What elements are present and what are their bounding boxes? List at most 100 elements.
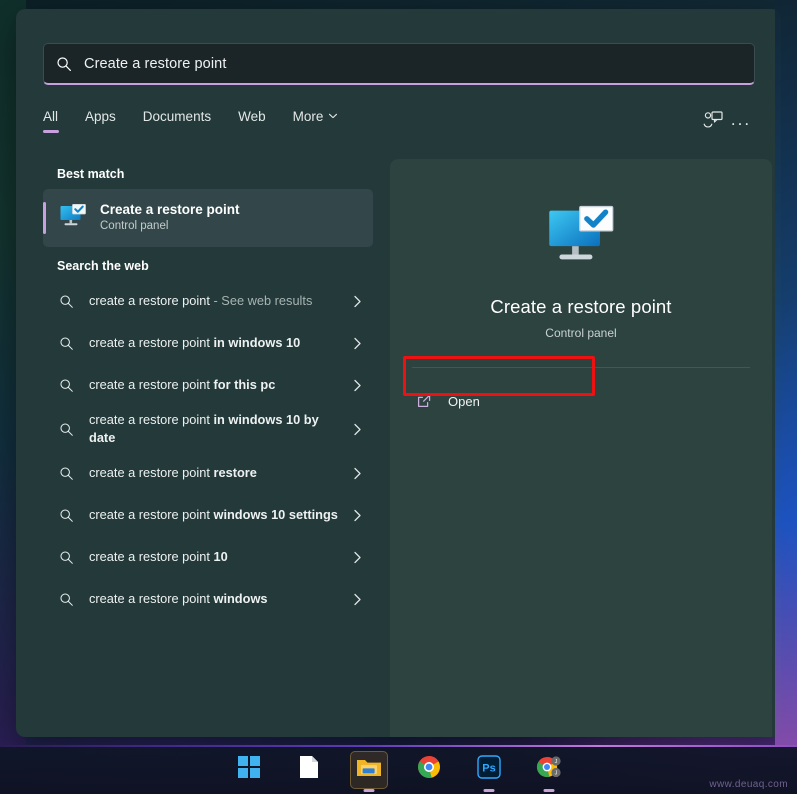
preview-title: Create a restore point bbox=[490, 296, 672, 317]
search-input[interactable]: Create a restore point bbox=[43, 43, 755, 85]
more-options-label: ... bbox=[730, 110, 752, 129]
tab-documents[interactable]: Documents bbox=[143, 107, 211, 134]
chevron-right-icon[interactable] bbox=[349, 295, 365, 308]
ellipsis-icon[interactable]: ... bbox=[727, 107, 755, 133]
web-suggestion-suffix: restore bbox=[213, 465, 257, 480]
tab-web[interactable]: Web bbox=[238, 107, 266, 134]
chevron-right-icon[interactable] bbox=[349, 509, 365, 522]
web-suggestion-row[interactable]: create a restore point 10 bbox=[43, 537, 373, 577]
tab-more-label: More bbox=[292, 109, 324, 124]
restore-point-monitor-icon bbox=[545, 203, 617, 274]
svg-text:Ps: Ps bbox=[482, 763, 495, 775]
document-icon bbox=[298, 755, 320, 784]
web-suggestion-row[interactable]: create a restore point in windows 10 by … bbox=[43, 407, 373, 451]
best-match-result[interactable]: Create a restore point Control panel bbox=[43, 189, 373, 247]
search-icon bbox=[57, 592, 75, 607]
search-input-value: Create a restore point bbox=[84, 55, 227, 72]
preview-panel: Create a restore point Control panel Ope… bbox=[390, 159, 772, 737]
chevron-right-icon[interactable] bbox=[349, 551, 365, 564]
tab-apps[interactable]: Apps bbox=[85, 107, 116, 134]
results-list: Best match Create a restore point Contro… bbox=[43, 159, 373, 729]
preview-divider bbox=[412, 367, 750, 368]
preview-subtitle: Control panel bbox=[545, 326, 617, 340]
photoshop-button[interactable]: Ps bbox=[470, 751, 508, 792]
web-suggestion-suffix: for this pc bbox=[213, 377, 276, 392]
running-indicator bbox=[543, 788, 554, 792]
start-button[interactable] bbox=[230, 751, 268, 789]
watermark: www.deuaq.com bbox=[709, 779, 788, 790]
web-suggestion-row[interactable]: create a restore point for this pc bbox=[43, 365, 373, 405]
chevron-right-icon[interactable] bbox=[349, 337, 365, 350]
search-icon bbox=[56, 56, 72, 72]
open-button[interactable]: Open bbox=[404, 384, 600, 418]
web-suggestion-label: create a restore point in windows 10 by … bbox=[89, 411, 349, 447]
web-suggestion-label: create a restore point windows bbox=[89, 590, 349, 608]
search-icon bbox=[57, 550, 75, 565]
web-suggestion-prefix: create a restore point bbox=[89, 377, 214, 392]
web-suggestion-label: create a restore point for this pc bbox=[89, 376, 349, 394]
web-suggestion-prefix: create a restore point bbox=[89, 591, 214, 606]
tab-documents-label: Documents bbox=[142, 109, 212, 124]
windows-logo-icon bbox=[237, 756, 260, 783]
search-icon bbox=[57, 508, 75, 523]
web-suggestion-row[interactable]: create a restore point windows 10 settin… bbox=[43, 495, 373, 535]
notepad-button[interactable] bbox=[290, 751, 328, 789]
web-suggestion-row[interactable]: create a restore point windows bbox=[43, 579, 373, 619]
chevron-down-icon bbox=[328, 109, 338, 124]
preview-actions: Open bbox=[404, 384, 600, 418]
running-indicator bbox=[363, 788, 374, 792]
web-suggestion-suffix: - See web results bbox=[209, 293, 313, 308]
web-suggestion-label: create a restore point windows 10 settin… bbox=[89, 506, 349, 524]
web-suggestion-prefix: create a restore point bbox=[89, 507, 214, 522]
svg-text:J: J bbox=[554, 771, 557, 777]
chrome-button[interactable] bbox=[410, 751, 448, 789]
best-match-heading: Best match bbox=[57, 167, 125, 181]
file-explorer-button[interactable] bbox=[349, 750, 388, 792]
web-suggestion-row[interactable]: create a restore point - See web results bbox=[43, 281, 373, 321]
best-match-text: Create a restore point Control panel bbox=[100, 202, 240, 234]
web-suggestions-list: create a restore point - See web results… bbox=[43, 281, 373, 619]
best-match-title: Create a restore point bbox=[100, 202, 240, 217]
svg-text:J: J bbox=[554, 759, 557, 765]
open-button-label: Open bbox=[448, 393, 480, 409]
tab-more[interactable]: More bbox=[293, 107, 339, 134]
tab-web-label: Web bbox=[238, 109, 266, 124]
search-icon bbox=[57, 294, 75, 309]
web-suggestion-suffix: 10 bbox=[213, 549, 228, 564]
chevron-right-icon[interactable] bbox=[349, 593, 365, 606]
web-suggestion-suffix: windows 10 settings bbox=[213, 507, 338, 522]
search-web-heading: Search the web bbox=[57, 259, 149, 273]
selection-indicator bbox=[43, 202, 46, 234]
web-suggestion-label: create a restore point - See web results bbox=[89, 292, 349, 310]
web-suggestion-prefix: create a restore point bbox=[89, 465, 214, 480]
chevron-right-icon[interactable] bbox=[349, 467, 365, 480]
search-icon bbox=[57, 378, 75, 393]
photoshop-icon: Ps bbox=[476, 755, 501, 784]
tab-apps-label: Apps bbox=[85, 109, 116, 124]
chrome-icon bbox=[417, 755, 441, 784]
chrome-profile-button[interactable]: J J bbox=[530, 751, 568, 792]
web-suggestion-prefix: create a restore point bbox=[89, 335, 214, 350]
taskbar: Ps J J bbox=[0, 745, 797, 794]
search-icon bbox=[57, 336, 75, 351]
search-icon bbox=[57, 422, 75, 437]
search-filter-tabs: All Apps Documents Web More ... bbox=[43, 107, 755, 143]
chevron-right-icon[interactable] bbox=[349, 423, 365, 436]
feedback-avatar-icon[interactable] bbox=[699, 107, 727, 133]
chrome-profile-icon: J J bbox=[536, 754, 562, 785]
external-link-icon bbox=[416, 393, 432, 409]
web-suggestion-suffix: windows bbox=[213, 591, 268, 606]
search-icon bbox=[57, 466, 75, 481]
web-suggestion-prefix: create a restore point bbox=[89, 549, 214, 564]
search-box-container: Create a restore point bbox=[43, 43, 755, 85]
chevron-right-icon[interactable] bbox=[349, 379, 365, 392]
best-match-subtitle: Control panel bbox=[100, 220, 169, 232]
web-suggestion-suffix: in windows 10 bbox=[213, 335, 301, 350]
tab-all-label: All bbox=[43, 109, 59, 124]
web-suggestion-row[interactable]: create a restore point restore bbox=[43, 453, 373, 493]
web-suggestion-row[interactable]: create a restore point in windows 10 bbox=[43, 323, 373, 363]
web-suggestion-label: create a restore point 10 bbox=[89, 548, 349, 566]
preview-icon-container bbox=[390, 203, 772, 274]
tab-all[interactable]: All bbox=[43, 107, 58, 134]
running-indicator bbox=[483, 788, 494, 792]
